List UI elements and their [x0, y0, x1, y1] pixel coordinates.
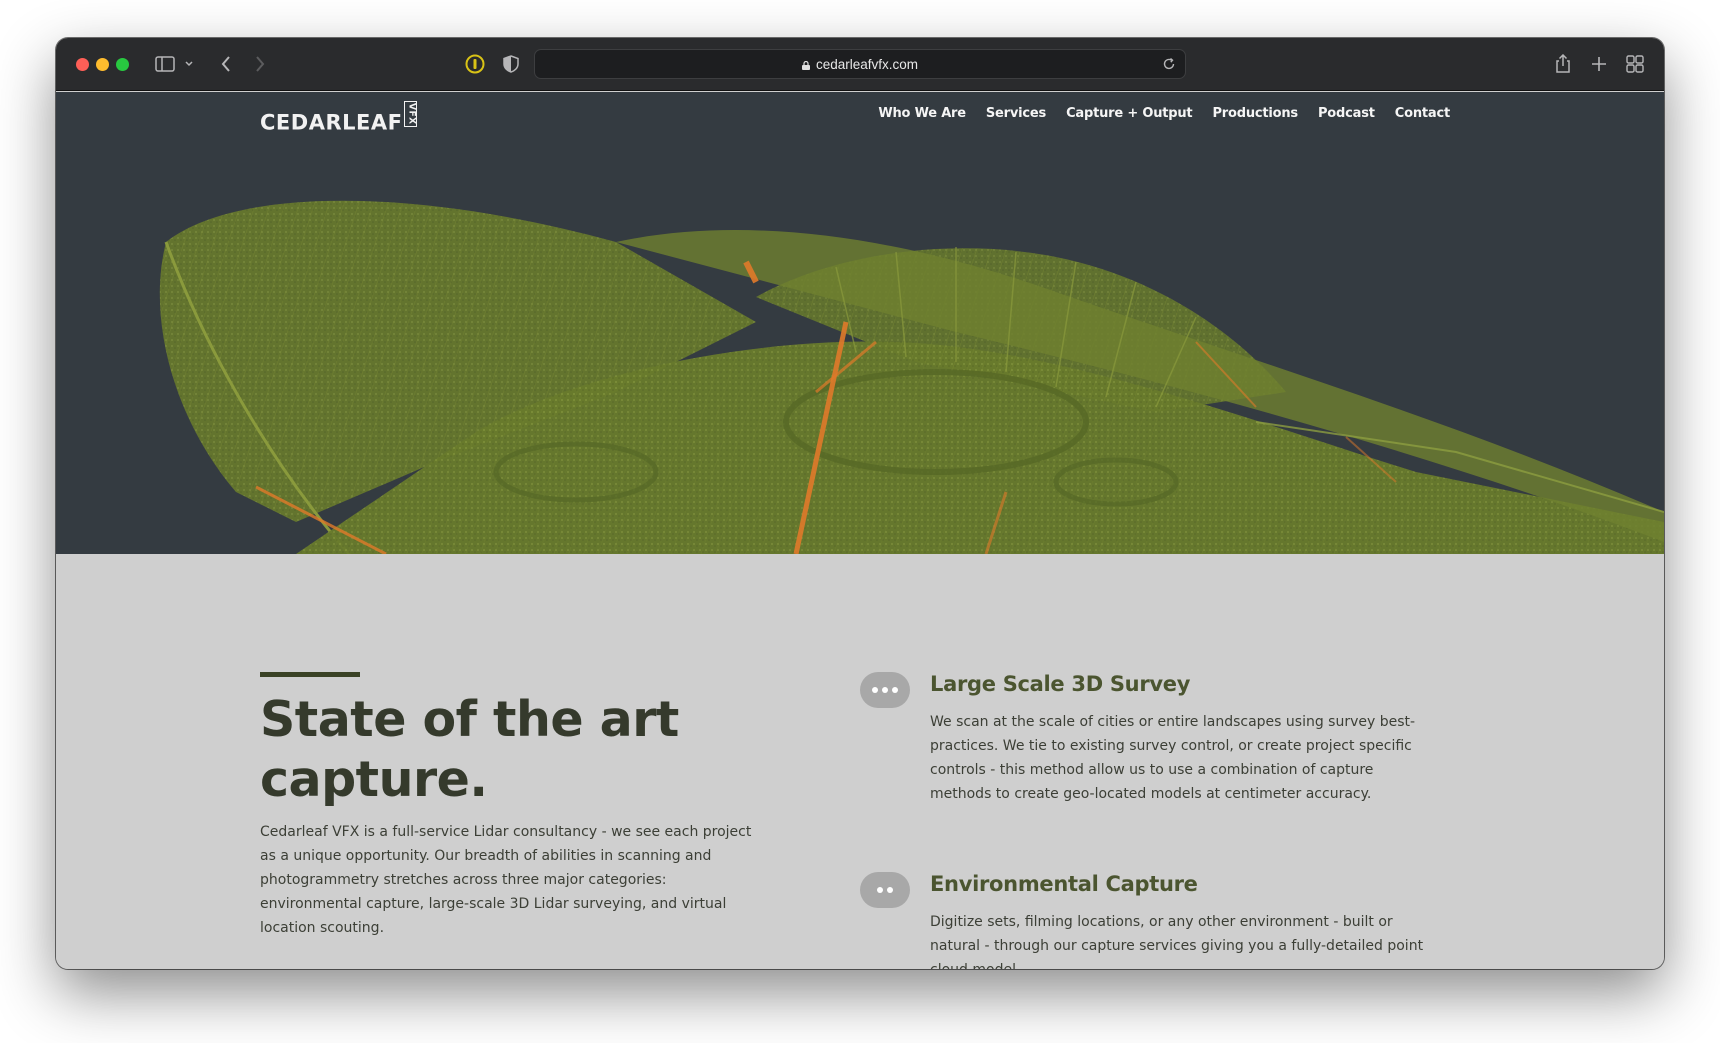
hero-section: CEDARLEAF VFX Who We Are Services Capture… [56, 92, 1664, 554]
feature-title: Environmental Capture [930, 872, 1198, 896]
point-cloud-hero-image [159, 200, 1664, 554]
two-dots-icon [860, 872, 910, 908]
web-page: CEDARLEAF VFX Who We Are Services Capture… [56, 92, 1664, 969]
reload-icon[interactable] [1161, 56, 1177, 72]
section-heading: State of the art capture. [260, 691, 679, 808]
chevron-right-icon[interactable] [248, 50, 272, 78]
lock-icon [801, 60, 810, 70]
main-nav: Who We Are Services Capture + Output Pro… [878, 106, 1450, 121]
nav-link-podcast[interactable]: Podcast [1318, 106, 1375, 121]
nav-link-services[interactable]: Services [986, 106, 1046, 121]
site-nav: CEDARLEAF VFX Who We Are Services Capture… [56, 92, 1664, 140]
nav-link-who-we-are[interactable]: Who We Are [878, 106, 966, 121]
site-logo[interactable]: CEDARLEAF VFX [260, 101, 418, 135]
sidebar-icon[interactable] [152, 50, 178, 78]
close-window-button[interactable] [76, 58, 89, 71]
feature-body: Digitize sets, filming locations, or any… [930, 914, 1424, 969]
feature-body: We scan at the scale of cities or entire… [930, 714, 1416, 802]
intro-section: State of the art capture. Cedarleaf VFX … [56, 554, 1664, 969]
browser-toolbar: cedarleafvfx.com [56, 38, 1664, 91]
minimize-window-button[interactable] [96, 58, 109, 71]
browser-window: cedarleafvfx.com CEDARLEAF VFX Who We Ar… [56, 38, 1664, 969]
ellipsis-icon [860, 672, 910, 708]
intro-paragraph: Cedarleaf VFX is a full-service Lidar co… [260, 824, 752, 936]
heading-accent-bar [260, 672, 360, 677]
logo-wordmark: CEDARLEAF [260, 110, 403, 135]
nav-link-contact[interactable]: Contact [1395, 106, 1450, 121]
chevron-left-icon[interactable] [214, 50, 238, 78]
chevron-down-icon[interactable] [182, 50, 196, 78]
address-bar[interactable]: cedarleafvfx.com [534, 49, 1186, 79]
grid-icon[interactable] [1622, 50, 1648, 78]
shield-icon[interactable] [498, 50, 524, 78]
feature-title: Large Scale 3D Survey [930, 672, 1191, 696]
url-text: cedarleafvfx.com [815, 56, 919, 72]
nav-link-capture-output[interactable]: Capture + Output [1066, 106, 1193, 121]
logo-badge: VFX [404, 101, 418, 127]
plus-icon[interactable] [1586, 50, 1612, 78]
zoom-window-button[interactable] [116, 58, 129, 71]
onepassword-icon[interactable] [462, 50, 488, 78]
nav-link-productions[interactable]: Productions [1212, 106, 1298, 121]
share-icon[interactable] [1550, 50, 1576, 78]
